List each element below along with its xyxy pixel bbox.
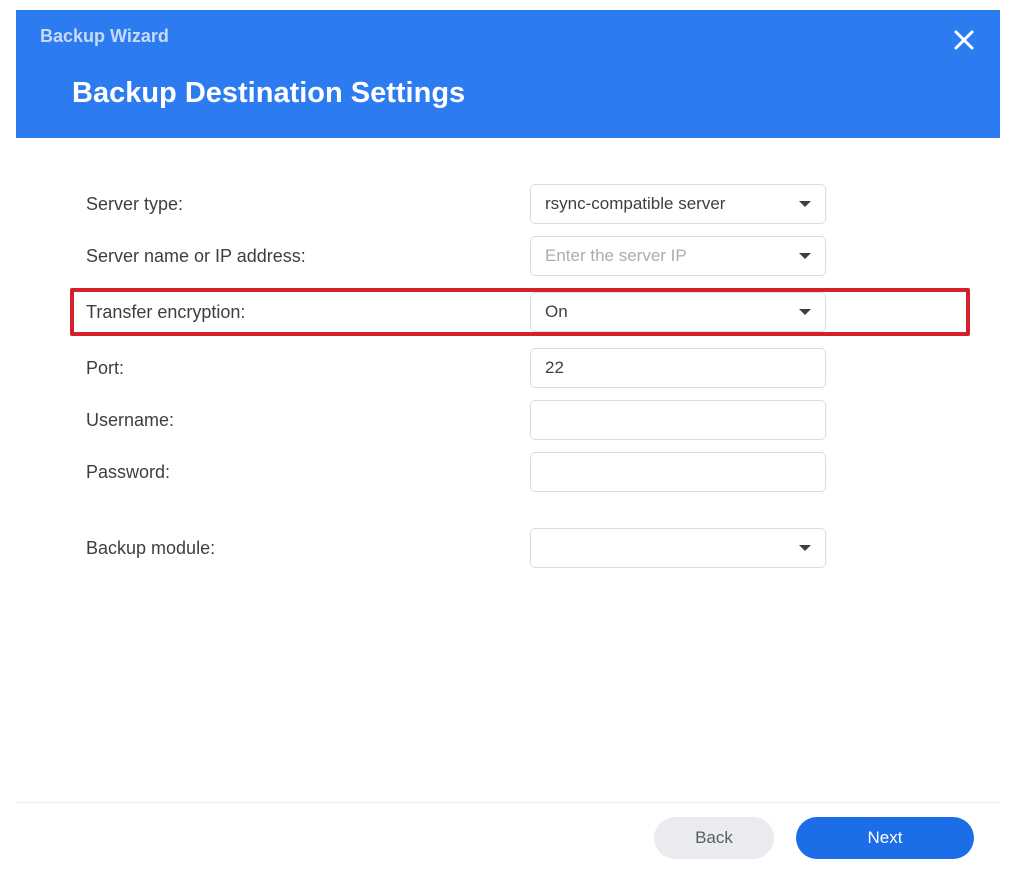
page-title: Backup Destination Settings	[72, 77, 976, 110]
close-icon[interactable]	[952, 28, 976, 52]
row-transfer-encryption: Transfer encryption: On	[70, 288, 970, 336]
row-backup-module: Backup module:	[76, 528, 940, 568]
combo-server-ip-placeholder: Enter the server IP	[545, 246, 791, 266]
input-password[interactable]	[545, 453, 811, 491]
label-server-type: Server type:	[78, 194, 530, 215]
form-content: Server type: rsync-compatible server Ser…	[16, 138, 1000, 600]
select-backup-module[interactable]	[530, 528, 826, 568]
caret-down-icon	[799, 201, 811, 207]
row-password: Password:	[76, 452, 940, 492]
label-username: Username:	[78, 410, 530, 431]
caret-down-icon	[799, 545, 811, 551]
label-backup-module: Backup module:	[78, 538, 530, 559]
label-port: Port:	[78, 358, 530, 379]
input-username-wrapper	[530, 400, 826, 440]
input-port-wrapper	[530, 348, 826, 388]
select-transfer-encryption-value: On	[545, 302, 791, 322]
row-server-type: Server type: rsync-compatible server	[76, 184, 940, 224]
select-transfer-encryption[interactable]: On	[530, 292, 826, 332]
combo-server-ip[interactable]: Enter the server IP	[530, 236, 826, 276]
caret-down-icon	[799, 253, 811, 259]
input-port[interactable]	[545, 349, 811, 387]
label-transfer-encryption: Transfer encryption:	[78, 302, 530, 323]
label-password: Password:	[78, 462, 530, 483]
row-username: Username:	[76, 400, 940, 440]
back-button[interactable]: Back	[654, 817, 774, 859]
dialog-footer: Back Next	[16, 802, 1000, 859]
row-server-ip: Server name or IP address: Enter the ser…	[76, 236, 940, 276]
select-server-type-value: rsync-compatible server	[545, 194, 791, 214]
caret-down-icon	[799, 309, 811, 315]
dialog-header: Backup Wizard Backup Destination Setting…	[16, 10, 1000, 138]
wizard-title: Backup Wizard	[40, 26, 976, 47]
select-server-type[interactable]: rsync-compatible server	[530, 184, 826, 224]
label-server-ip: Server name or IP address:	[78, 246, 530, 267]
backup-wizard-dialog: Backup Wizard Backup Destination Setting…	[16, 10, 1000, 600]
next-button[interactable]: Next	[796, 817, 974, 859]
input-username[interactable]	[545, 401, 811, 439]
form-spacer	[76, 504, 940, 528]
input-password-wrapper	[530, 452, 826, 492]
row-port: Port:	[76, 348, 940, 388]
